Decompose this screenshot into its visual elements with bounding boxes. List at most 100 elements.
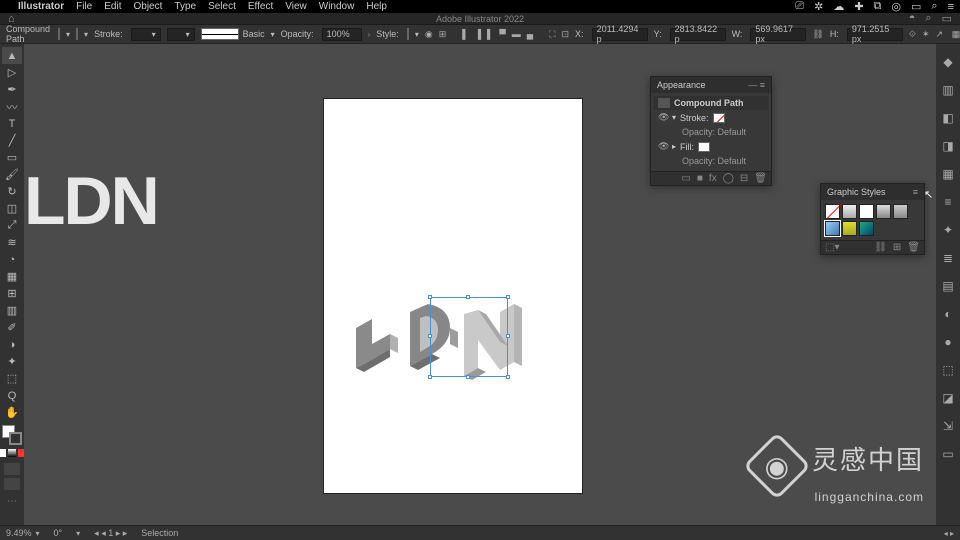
align-vcenter-icon[interactable]: ▬ [512, 27, 521, 41]
edit-icon[interactable]: ↗ [936, 27, 944, 41]
tray-icon[interactable]: ✚ [854, 0, 863, 13]
cloud-icon[interactable]: ◓ [909, 12, 916, 25]
menu-view[interactable]: View [285, 1, 307, 12]
screen-mode-buttons[interactable] [4, 463, 20, 490]
add-stroke-icon[interactable]: ▭ [681, 173, 690, 184]
panel-menu-icon[interactable]: ≡ [913, 187, 918, 197]
tray-icon[interactable]: ◎ [891, 0, 901, 13]
layers-panel-icon[interactable]: ◪ [940, 390, 956, 406]
align-hcenter-icon[interactable]: ▐ [475, 27, 481, 41]
search-icon[interactable]: ⌕ [925, 12, 931, 25]
graphic-style-thumb[interactable] [842, 204, 857, 219]
control-center-icon[interactable]: ≡ [948, 1, 954, 13]
style-swatch[interactable] [407, 28, 409, 40]
graphic-style-thumb[interactable] [825, 204, 840, 219]
w-field[interactable]: 569.9617 px [750, 28, 806, 41]
menu-edit[interactable]: Edit [104, 1, 121, 12]
panel-menu-icon[interactable]: — ≡ [748, 80, 765, 90]
delete-style-icon[interactable]: 🗑 [907, 242, 920, 253]
visibility-toggle[interactable]: 👁 [658, 112, 668, 123]
opacity-row-label[interactable]: Opacity: Default [682, 127, 746, 137]
align-icon[interactable]: ⊞ [439, 27, 447, 41]
opacity-field[interactable]: 100% [322, 28, 362, 41]
symbol-sprayer-tool[interactable]: ✦ [2, 353, 22, 370]
zoom-tool[interactable]: Q [2, 387, 22, 404]
width-tool[interactable]: ≋ [2, 234, 22, 251]
paintbrush-tool[interactable]: 🖌 [2, 166, 22, 183]
tray-icon[interactable]: ✲ [814, 0, 823, 13]
appearance-panel-header[interactable]: Appearance — ≡ [651, 77, 771, 93]
zoom-level[interactable]: 9.49% [6, 528, 32, 538]
stroke-panel-icon[interactable]: ≣ [940, 250, 956, 266]
app-menu[interactable]: Illustrator [18, 1, 64, 12]
y-field[interactable]: 2813.8422 p [670, 28, 726, 41]
expand-icon[interactable]: ▸ [672, 142, 676, 151]
graphic-style-thumb-selected[interactable] [825, 221, 840, 236]
transform-icon[interactable]: ⛶ [549, 27, 555, 41]
libraries-panel-icon[interactable]: ▥ [940, 82, 956, 98]
appearance-panel[interactable]: Appearance — ≡ Compound Path 👁 ▾ Stroke:… [650, 76, 772, 186]
stroke-swatch[interactable] [76, 28, 78, 40]
edit-toolbar-button[interactable]: ⋯ [7, 496, 17, 507]
clear-icon[interactable]: ◯ [723, 173, 734, 184]
graphic-styles-panel-icon[interactable]: ⬚ [940, 362, 956, 378]
link-wh-icon[interactable]: ⛓ [812, 27, 823, 41]
variable-width-profile[interactable]: ▾ [167, 28, 195, 41]
selection-tool[interactable]: ▲ [2, 47, 22, 64]
gradient-tool[interactable]: ▥ [2, 302, 22, 319]
properties-icon[interactable]: ▦ [949, 27, 960, 41]
graphic-style-thumb[interactable] [859, 221, 874, 236]
shape-icon[interactable]: ⟐ [909, 27, 916, 41]
menu-window[interactable]: Window [319, 1, 355, 12]
properties-panel-icon[interactable]: ◆ [940, 54, 956, 70]
align-left-icon[interactable]: ▌ [462, 27, 468, 41]
stroke-weight-field[interactable]: ▾ [131, 28, 161, 41]
scrollbar-stub[interactable]: ◂ ▸ [944, 529, 954, 538]
brush-definition[interactable] [201, 28, 239, 40]
recolor-icon[interactable]: ◉ [425, 27, 433, 41]
canvas-workspace[interactable]: LDN [24, 44, 936, 525]
color-guide-panel-icon[interactable]: ◨ [940, 138, 956, 154]
fill-row-swatch[interactable] [698, 142, 710, 152]
pen-tool[interactable]: ✒ [2, 81, 22, 98]
type-tool[interactable]: T [2, 115, 22, 132]
blend-tool[interactable]: ◑ [2, 336, 22, 353]
fill-stroke-control[interactable] [2, 425, 22, 445]
rotate-tool[interactable]: ↻ [2, 183, 22, 200]
gradient-panel-icon[interactable]: ▤ [940, 278, 956, 294]
mesh-tool[interactable]: ⊞ [2, 285, 22, 302]
align-right-icon[interactable]: ▌ [487, 27, 493, 41]
artboards-panel-icon[interactable]: ▭ [940, 446, 956, 462]
fill-swatch[interactable] [58, 28, 60, 40]
shape-builder-tool[interactable]: ◔ [2, 251, 22, 268]
library-menu-icon[interactable]: ⬚▾ [825, 242, 839, 253]
artboard-tool[interactable]: ⬚ [2, 370, 22, 387]
duplicate-icon[interactable]: ⊟ [740, 173, 748, 184]
graphic-style-thumb[interactable] [842, 221, 857, 236]
rotate-view[interactable]: 0° [54, 528, 63, 538]
align-top-icon[interactable]: ▀ [499, 27, 505, 41]
menu-help[interactable]: Help [366, 1, 387, 12]
home-icon[interactable]: ⌂ [8, 13, 15, 25]
break-link-icon[interactable]: ⛓ [874, 242, 887, 253]
menu-type[interactable]: Type [174, 1, 196, 12]
brushes-panel-icon[interactable]: ≡ [940, 194, 956, 210]
tray-icon[interactable]: ⧉ [874, 0, 882, 13]
hand-tool[interactable]: ✋ [2, 404, 22, 421]
add-effect-icon[interactable]: fx [709, 173, 717, 184]
selection-bounding-box[interactable] [430, 297, 508, 377]
graphic-style-thumb[interactable] [859, 204, 874, 219]
menu-object[interactable]: Object [133, 1, 162, 12]
arrange-icon[interactable]: ▭ [942, 12, 952, 25]
eyedropper-tool[interactable]: ✐ [2, 319, 22, 336]
graphic-style-thumb[interactable] [876, 204, 891, 219]
isolate-icon[interactable]: ✶ [922, 27, 930, 41]
visibility-toggle[interactable]: 👁 [658, 141, 668, 152]
artboard-nav[interactable]: ◂ ◂ 1 ▸ ▸ [94, 528, 127, 539]
curvature-tool[interactable]: 〰 [2, 98, 22, 115]
graphic-styles-panel[interactable]: Graphic Styles ≡ ⬚▾ ⛓ ⊞ 🗑 [820, 183, 925, 255]
direct-selection-tool[interactable]: ▷ [2, 64, 22, 81]
asset-export-panel-icon[interactable]: ⇲ [940, 418, 956, 434]
graphic-style-thumb[interactable] [893, 204, 908, 219]
line-tool[interactable]: ╱ [2, 132, 22, 149]
